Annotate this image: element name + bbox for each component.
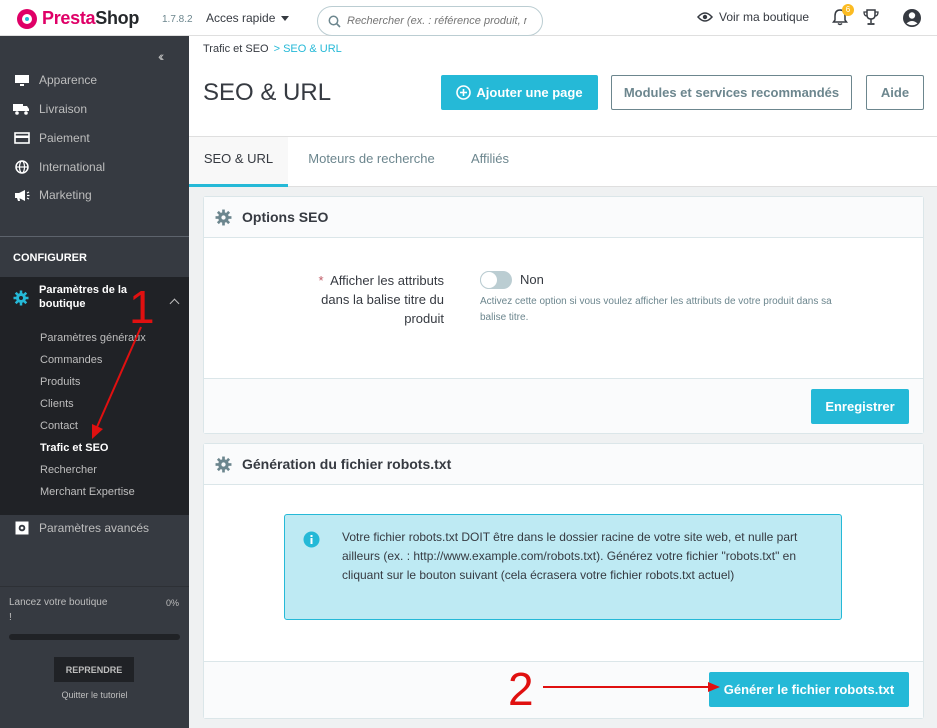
sidebar-item-paiement[interactable]: Paiement (13, 131, 90, 145)
collapse-sidebar-button[interactable]: ‹‹ (158, 48, 165, 64)
card-header: Génération du fichier robots.txt (204, 444, 923, 485)
robots-card: Génération du fichier robots.txt Votre f… (203, 443, 924, 719)
info-icon (303, 531, 320, 548)
caret-down-icon (281, 15, 290, 21)
eye-icon (697, 12, 713, 22)
page-title: SEO & URL (203, 79, 332, 106)
sidebar-item-apparence[interactable]: Apparence (13, 73, 97, 87)
sidebar-subitem-merchant-expertise[interactable]: Merchant Expertise (40, 486, 135, 498)
prestashop-logo-icon (17, 8, 37, 29)
logo-brand-b: Shop (95, 8, 140, 28)
info-alert: Votre fichier robots.txt DOIT être dans … (284, 514, 842, 620)
attributes-in-title-label: * Afficher les attributs dans la balise … (304, 271, 445, 328)
sidebar-subitem-search[interactable]: Rechercher (40, 464, 97, 476)
breadcrumb: Trafic et SEO > SEO & URL (203, 43, 342, 55)
sidebar-item-label: Livraison (39, 102, 88, 116)
page-header: Trafic et SEO > SEO & URL SEO & URL Ajou… (189, 36, 937, 137)
card-footer: Générer le fichier robots.txt (204, 661, 923, 718)
tab-search-engines[interactable]: Moteurs de recherche (306, 137, 437, 187)
globe-icon (13, 160, 30, 174)
view-shop-label: Voir ma boutique (719, 10, 810, 24)
onboarding-percent: 0% (166, 598, 180, 608)
attributes-in-title-toggle[interactable] (480, 271, 512, 289)
generate-robots-button[interactable]: Générer le fichier robots.txt (709, 672, 909, 707)
sidebar-item-label: International (39, 160, 106, 174)
add-page-label: Ajouter une page (476, 85, 583, 100)
sidebar-item-shop-parameters[interactable]: Paramètres de la boutique (13, 283, 134, 311)
sidebar-item-advanced-parameters[interactable]: Paramètres avancés (13, 521, 149, 535)
section-title-configurer: CONFIGURER (13, 252, 87, 264)
field-label-text: Afficher les attributs dans la balise ti… (321, 273, 444, 326)
truck-icon (13, 102, 30, 116)
version-label: 1.7.8.2 (162, 14, 193, 25)
logo-brand-a: Presta (42, 8, 96, 28)
sidebar-item-label: Apparence (39, 73, 98, 87)
sidebar-item-label: Paiement (39, 131, 90, 145)
sidebar-item-marketing[interactable]: Marketing (13, 188, 92, 202)
sidebar-item-international[interactable]: International (13, 160, 105, 174)
trophy-button[interactable] (862, 9, 880, 29)
cog-box-icon (13, 521, 30, 535)
seo-options-card: Options SEO * Afficher les attributs dan… (203, 196, 924, 434)
quick-access-label: Acces rapide (206, 11, 276, 25)
tab-seo-url[interactable]: SEO & URL (189, 137, 288, 187)
required-star: * (318, 273, 324, 288)
annotation-step-1: 1 (129, 281, 155, 333)
gear-icon (215, 209, 232, 225)
save-button[interactable]: Enregistrer (811, 389, 909, 424)
add-page-button[interactable]: Ajouter une page (441, 75, 598, 110)
search-box[interactable] (317, 6, 543, 36)
sidebar: ‹‹ Apparence Livraison Paiement Internat… (0, 36, 189, 728)
help-text: Activez cette option si vous voulez affi… (480, 296, 832, 323)
breadcrumb-current: > SEO & URL (273, 43, 342, 55)
sidebar-divider (0, 236, 189, 237)
card-title: Options SEO (242, 209, 329, 225)
quit-tour-link[interactable]: Quitter le tutoriel (0, 690, 189, 700)
credit-card-icon (13, 131, 30, 145)
sidebar-item-livraison[interactable]: Livraison (13, 102, 87, 116)
sidebar-item-label: Paramètres avancés (39, 521, 150, 535)
resume-tour-button[interactable]: REPRENDRE (54, 657, 134, 682)
sidebar-subitem-products[interactable]: Produits (40, 376, 80, 388)
notifications-badge: 6 (842, 4, 854, 16)
card-title: Génération du fichier robots.txt (242, 456, 452, 472)
prestashop-logo[interactable]: PrestaShop (17, 8, 139, 29)
account-icon (903, 9, 921, 27)
active-menu-block (0, 277, 189, 515)
onboarding-progress-bar (9, 634, 180, 640)
sidebar-item-label: Paramètres de la boutique (39, 284, 128, 310)
gear-icon (13, 290, 29, 309)
recommended-modules-button[interactable]: Modules et services recommandés (611, 75, 852, 110)
tab-affiliates[interactable]: Affiliés (465, 137, 515, 187)
double-chevron-left-icon: ‹‹ (158, 48, 165, 64)
gear-icon (215, 456, 232, 472)
plus-circle-icon (456, 85, 472, 100)
sidebar-subitem-orders[interactable]: Commandes (40, 354, 102, 366)
toggle-state-label: Non (520, 272, 544, 287)
account-button[interactable] (902, 8, 922, 31)
trophy-icon (863, 9, 879, 25)
onboarding-text: Lancez votre boutique ! (9, 597, 108, 623)
sidebar-subitem-customers[interactable]: Clients (40, 398, 74, 410)
search-icon (328, 15, 341, 28)
search-input[interactable] (347, 15, 527, 27)
top-bar: PrestaShop 1.7.8.2 Acces rapide Voir ma … (0, 0, 937, 36)
onboarding-panel: Lancez votre boutique ! 0% REPRENDRE Qui… (0, 586, 189, 728)
sidebar-subitem-traffic-seo[interactable]: Trafic et SEO (40, 442, 108, 454)
quick-access-dropdown[interactable]: Acces rapide (206, 11, 290, 25)
monitor-icon (13, 73, 30, 87)
notifications-button[interactable]: 6 (832, 4, 854, 29)
alert-text: Votre fichier robots.txt DOIT être dans … (342, 530, 798, 582)
megaphone-icon (13, 188, 30, 202)
breadcrumb-parent[interactable]: Trafic et SEO (203, 43, 269, 55)
view-shop-link[interactable]: Voir ma boutique (697, 10, 809, 24)
card-header: Options SEO (204, 197, 923, 238)
sidebar-subitem-contact[interactable]: Contact (40, 420, 78, 432)
help-button[interactable]: Aide (866, 75, 924, 110)
annotation-step-2: 2 (508, 663, 534, 715)
sidebar-item-label: Marketing (39, 188, 92, 202)
card-footer: Enregistrer (204, 378, 923, 433)
tabs: SEO & URL Moteurs de recherche Affiliés (189, 137, 937, 187)
